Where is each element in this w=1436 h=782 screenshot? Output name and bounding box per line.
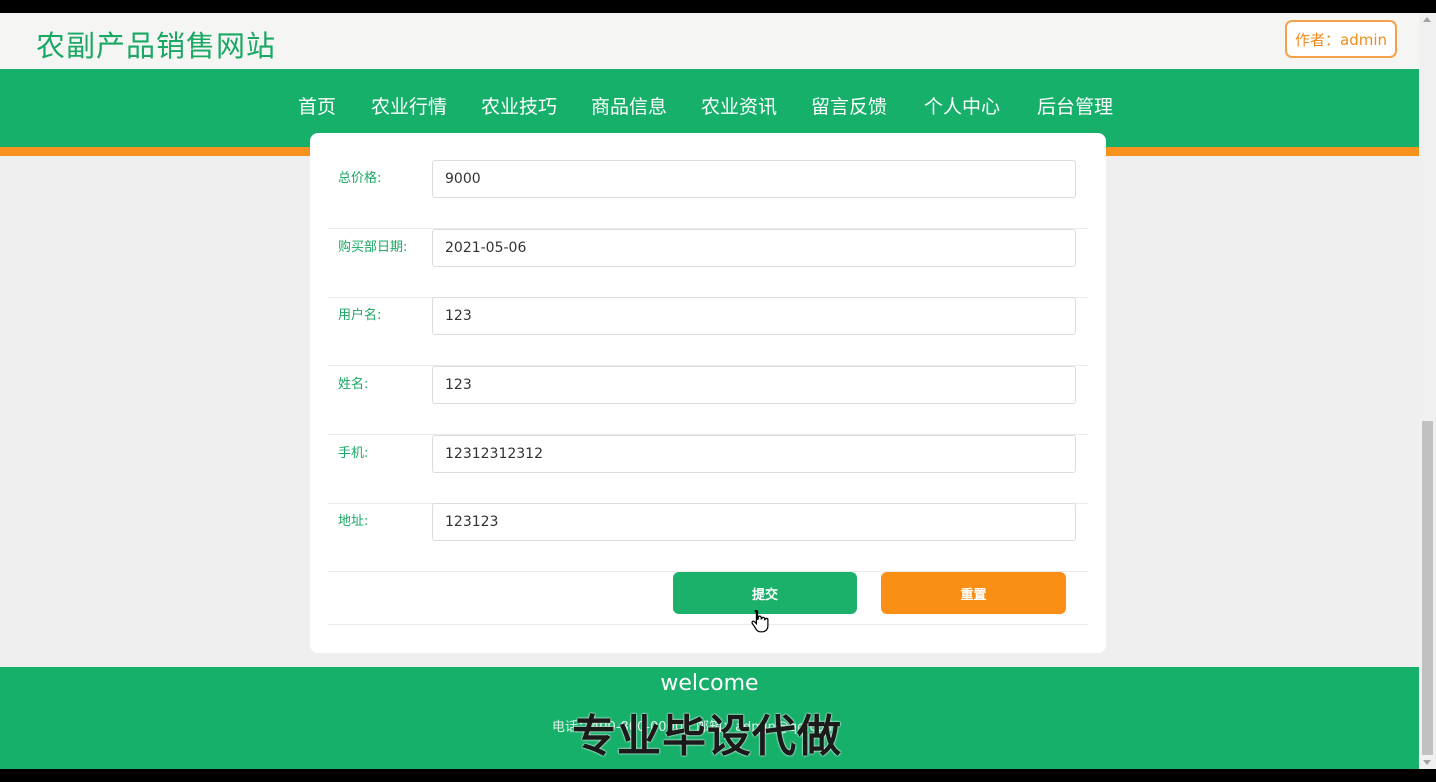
scroll-up-icon[interactable] [1423, 17, 1431, 22]
form-row-purchase-date: 购买部日期: 2021-05-06 [328, 229, 1088, 298]
nav-item-admin[interactable]: 后台管理 [1037, 92, 1113, 119]
total-price-label: 总价格: [338, 171, 382, 186]
username-label: 用户名: [338, 308, 382, 323]
browser-viewport: 农副产品销售网站 作者：admin 首页 农业行情 农业技巧 商品信息 农业资讯… [0, 13, 1419, 769]
name-label: 姓名: [338, 377, 369, 392]
username-input[interactable]: 123 [432, 297, 1076, 335]
total-price-input[interactable]: 9000 [432, 160, 1076, 198]
vertical-scrollbar[interactable] [1419, 13, 1436, 769]
footer-welcome: welcome [660, 671, 759, 696]
purchase-date-label: 购买部日期: [338, 240, 408, 255]
address-label: 地址: [338, 514, 369, 529]
site-header: 农副产品销售网站 作者：admin [0, 13, 1419, 69]
form-row-name: 姓名: 123 [328, 366, 1088, 435]
overlay-watermark: 专业毕设代做 [572, 711, 842, 762]
form-row-username: 用户名: 123 [328, 297, 1088, 366]
phone-label: 手机: [338, 446, 369, 461]
nav-item-agri-news[interactable]: 农业资讯 [701, 92, 777, 119]
nav-item-feedback[interactable]: 留言反馈 [811, 92, 887, 119]
nav-item-agri-tips[interactable]: 农业技巧 [481, 92, 557, 119]
hand-pointer-icon [751, 609, 769, 637]
name-input[interactable]: 123 [432, 366, 1076, 404]
nav-item-products[interactable]: 商品信息 [591, 92, 667, 119]
scrollbar-thumb[interactable] [1422, 421, 1433, 755]
reset-button[interactable]: 重置 [881, 572, 1066, 614]
form-row-total-price: 总价格: 9000 [328, 160, 1088, 229]
phone-input[interactable]: 12312312312 [432, 435, 1076, 473]
purchase-date-input[interactable]: 2021-05-06 [432, 229, 1076, 267]
site-title[interactable]: 农副产品销售网站 [36, 23, 276, 65]
nav-item-agri-market[interactable]: 农业行情 [371, 92, 447, 119]
address-input[interactable]: 123123 [432, 503, 1076, 541]
site-footer: welcome 电话：400-800-0000 邮箱：admin@qq.com … [0, 667, 1419, 769]
scroll-down-icon[interactable] [1423, 760, 1431, 765]
form-row-phone: 手机: 12312312312 [328, 435, 1088, 504]
submit-button[interactable]: 提交 [673, 572, 857, 614]
nav-item-home[interactable]: 首页 [298, 92, 336, 119]
nav-item-profile[interactable]: 个人中心 [924, 92, 1000, 119]
author-button[interactable]: 作者：admin [1285, 20, 1397, 58]
